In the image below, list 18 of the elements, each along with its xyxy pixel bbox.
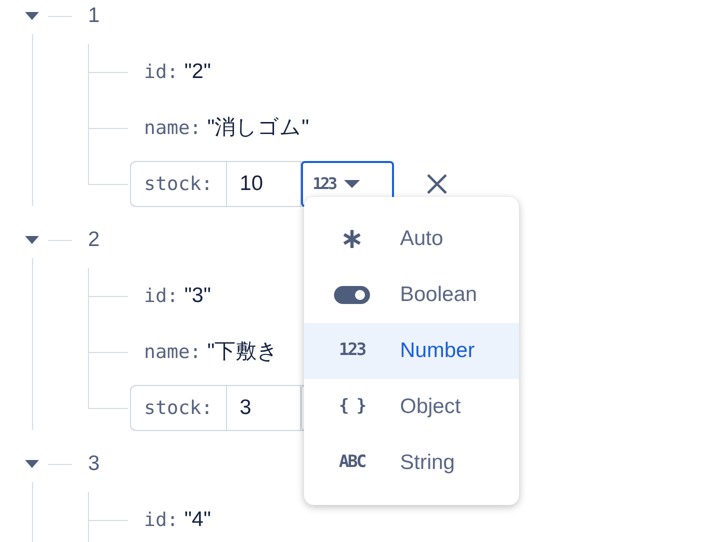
type-glyph: { } — [338, 395, 366, 418]
field-value: "下敷き — [207, 339, 279, 366]
field-value: "3" — [184, 283, 211, 310]
field-key: id: — [144, 506, 178, 535]
field-value: "2" — [184, 59, 211, 86]
field-key: id: — [144, 282, 178, 311]
field-value: "消しゴム" — [207, 115, 310, 142]
field-key: name: — [144, 114, 202, 143]
field-value: "4" — [184, 507, 211, 534]
item-index: 3 — [88, 451, 100, 478]
field-key: stock: — [131, 162, 227, 206]
field-key: id: — [144, 58, 178, 87]
type-glyph: ABC — [338, 451, 366, 474]
item-index: 1 — [88, 3, 100, 30]
item-index: 2 — [88, 227, 100, 254]
field-key: stock: — [131, 386, 227, 430]
type-glyph: 123 — [338, 339, 366, 362]
field-key: name: — [144, 338, 202, 367]
